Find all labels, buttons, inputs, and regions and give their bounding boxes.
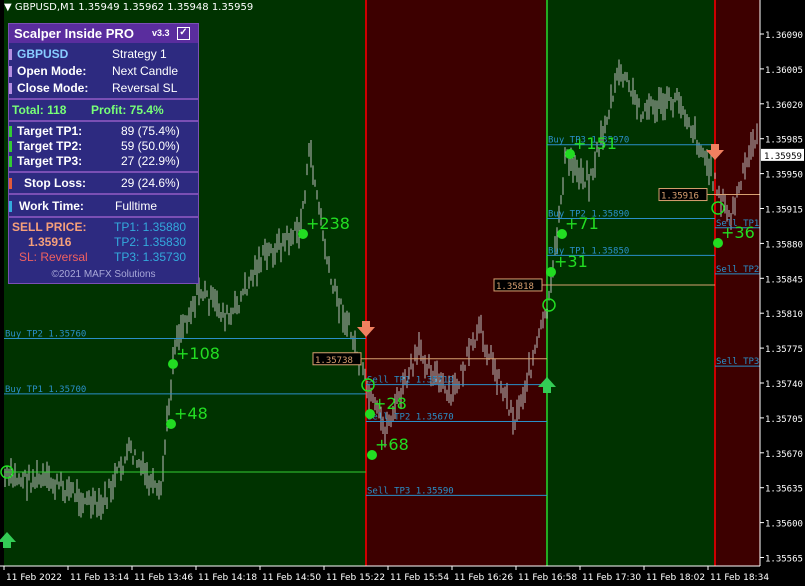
panel-version: v3.3 [152,28,170,38]
profit-label: +238 [306,214,350,233]
divider [9,98,198,100]
row-marker [9,141,12,152]
window-title: ▼ GBPUSD,M1 1.35949 1.35962 1.35948 1.35… [4,2,254,13]
open-mode-label: Open Mode: [17,64,87,78]
profit-label: +31 [554,252,588,271]
row-marker [9,66,12,77]
profit-label: +68 [375,435,409,454]
time-tick-label: 11 Feb 18:02 [646,573,705,583]
price-tick-label: 1.35810 [765,310,803,320]
price-tick-label: 1.35670 [765,450,803,460]
zone-sell [715,0,760,566]
symbol: GBPUSD [17,47,69,61]
price-tick-label: 1.35600 [765,520,803,530]
time-tick-label: 11 Feb 17:30 [582,573,641,583]
time-tick-label: 11 Feb 14:18 [198,573,257,583]
level-label: Buy TP1 1.35700 [5,385,86,395]
divider [9,120,198,122]
target-tp2-label: Target TP2: [17,139,83,153]
level-label: Sell TP3 1.35590 [367,486,454,496]
stop-loss-value: 29 (24.6%) [121,176,180,190]
row-marker [9,178,12,189]
zone-buy [547,0,715,566]
panel-title: Scalper Inside PRO [14,26,134,41]
time-tick-label: 11 Feb 2022 [6,573,62,583]
work-time-value: Fulltime [115,199,158,213]
total: Total: 118 [12,103,67,117]
time-tick-label: 11 Feb 15:22 [326,573,385,583]
profit-label: +151 [573,134,617,153]
row-marker [9,49,12,60]
tp2-value: TP2: 1.35830 [114,235,187,249]
target-tp3-label: Target TP3: [17,154,83,168]
divider [9,171,198,173]
divider [9,193,198,195]
price-tick-label: 1.35775 [765,345,803,355]
profit-label: +36 [721,223,755,242]
work-time-label: Work Time: [19,199,84,213]
profit-label: +71 [565,214,599,233]
level-label: Sell TP3 [716,357,759,367]
price-tick-label: 1.35635 [765,485,803,495]
time-tick-label: 11 Feb 14:50 [262,573,321,583]
level-label: Sell TP2 [716,265,759,275]
row-marker [9,156,12,167]
sell-price-label: SELL PRICE: [12,220,87,234]
row-marker [9,201,12,212]
level-label: Sell TP2 1.35670 [367,413,454,423]
time-tick-label: 11 Feb 18:34 [710,573,769,583]
profit-label: +28 [373,394,407,413]
price-tick-label: 1.35565 [765,555,803,565]
stop-loss-label: Stop Loss: [24,176,86,190]
divider [9,216,198,218]
time-tick-label: 11 Feb 13:46 [134,573,193,583]
open-mode-value: Next Candle [112,64,179,78]
panel-header: Scalper Inside PRO v3.3 ✓ [9,24,198,43]
checkbox-icon[interactable]: ✓ [177,27,190,40]
sl-text: SL: Reversal [19,250,88,264]
time-tick-label: 11 Feb 13:14 [70,573,129,583]
strategy: Strategy 1 [112,47,167,61]
scalper-panel: Scalper Inside PRO v3.3 ✓ GBPUSD Strateg… [8,23,199,284]
close-mode-value: Reversal SL [112,81,178,95]
tp1-value: TP1: 1.35880 [114,220,187,234]
sell-price-value: 1.35916 [28,235,72,249]
time-tick-label: 11 Feb 16:26 [454,573,513,583]
target-tp3-value: 27 (22.9%) [121,154,180,168]
target-tp2-value: 59 (50.0%) [121,139,180,153]
price-tick-label: 1.35950 [765,171,803,181]
panel-footer: ©2021 MAFX Solutions [51,269,156,280]
target-tp1-value: 89 (75.4%) [121,124,180,138]
price-tick-label: 1.36090 [765,31,803,41]
price-tick-label: 1.36005 [765,66,803,76]
price-tick-label: 1.35915 [765,206,803,216]
entry-price-label: 1.35738 [315,356,353,366]
entry-price-label: 1.35916 [661,192,699,202]
price-tick-label: 1.35705 [765,415,803,425]
profit-label: +108 [176,344,220,363]
current-price-label: 1.35959 [764,152,802,162]
tp3-value: TP3: 1.35730 [114,250,187,264]
price-tick-label: 1.35740 [765,380,803,390]
time-tick-label: 11 Feb 16:58 [518,573,577,583]
close-mode-label: Close Mode: [17,81,89,95]
level-label: Buy TP2 1.35760 [5,329,86,339]
price-tick-label: 1.35845 [765,275,803,285]
time-tick-label: 11 Feb 15:54 [390,573,449,583]
price-axis-bg [760,0,805,586]
price-tick-label: 1.36020 [765,101,803,111]
entry-price-label: 1.35818 [496,282,534,292]
price-tick-label: 1.35880 [765,240,803,250]
chevron-down-icon[interactable]: ▼ [4,2,15,13]
row-marker [9,83,12,94]
level-label: Sell TP1 1.35710 [367,376,454,386]
profit: Profit: 75.4% [91,103,164,117]
row-marker [9,126,12,137]
target-tp1-label: Target TP1: [17,124,83,138]
price-tick-label: 1.35985 [765,136,803,146]
profit-label: +48 [174,404,208,423]
